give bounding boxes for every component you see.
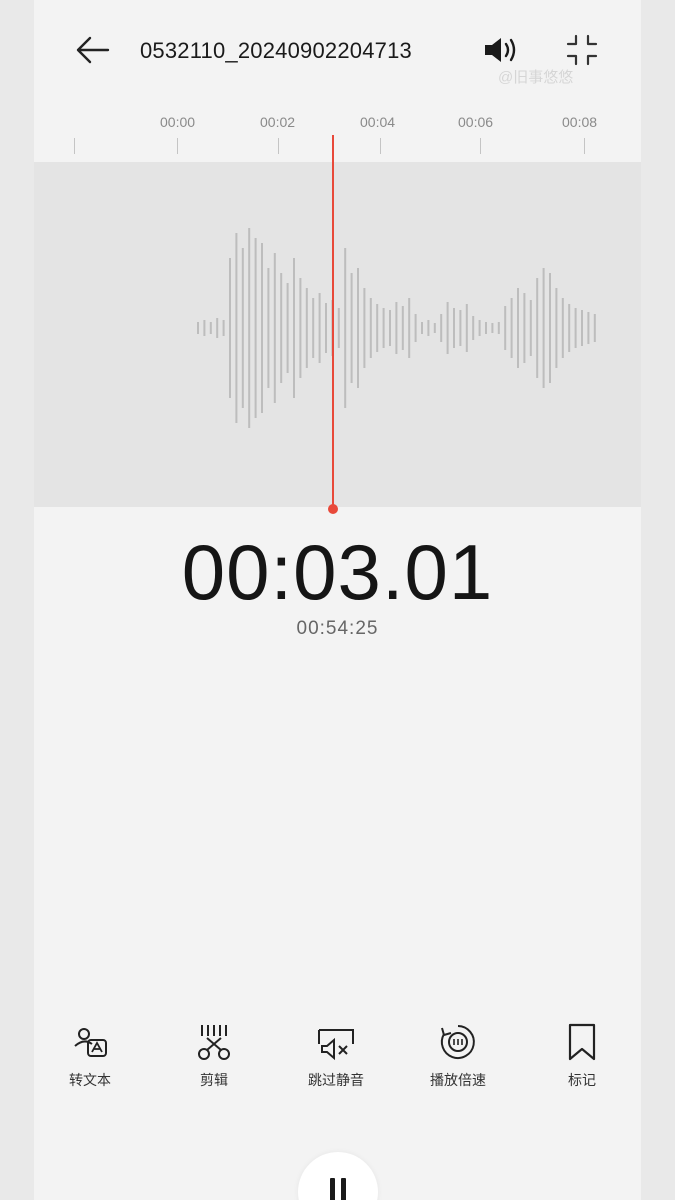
waveform-area[interactable] bbox=[34, 162, 641, 507]
watermark-text: @旧事悠悠 bbox=[498, 69, 574, 86]
ruler-tick bbox=[584, 138, 585, 154]
current-time: 00:03.01 bbox=[181, 528, 494, 616]
back-button[interactable] bbox=[72, 32, 112, 72]
recorder-playback-screen: 0532110_20240902204713 @旧事悠悠 00:00 00:02… bbox=[0, 0, 675, 1200]
ruler-label: 00:08 bbox=[562, 114, 598, 130]
collapse-icon bbox=[566, 34, 598, 71]
speed-icon bbox=[438, 1022, 478, 1062]
ruler-tick bbox=[380, 138, 381, 154]
time-ruler: 00:00 00:02 00:04 00:06 00:08 bbox=[34, 100, 641, 160]
transcribe-button[interactable]: 转文本 bbox=[40, 1022, 140, 1090]
right-letterbox bbox=[641, 0, 675, 1200]
ruler-tick bbox=[480, 138, 481, 154]
speaker-icon bbox=[482, 35, 522, 70]
skip-silence-icon bbox=[316, 1022, 356, 1062]
scissors-icon bbox=[194, 1022, 234, 1062]
ruler-tick bbox=[74, 138, 75, 154]
ruler-label: 00:06 bbox=[458, 114, 494, 130]
bookmark-label: 标记 bbox=[568, 1072, 596, 1088]
top-bar: 0532110_20240902204713 @旧事悠悠 bbox=[34, 0, 641, 100]
playback-speed-label: 播放倍速 bbox=[430, 1072, 486, 1088]
playhead-line[interactable] bbox=[332, 135, 334, 510]
ruler-label: 00:04 bbox=[360, 114, 396, 130]
total-duration: 00:54:25 bbox=[296, 618, 379, 639]
playback-speed-button[interactable]: 播放倍速 bbox=[408, 1022, 508, 1090]
arrow-left-icon bbox=[74, 35, 110, 70]
file-name-title: 0532110_20240902204713 bbox=[140, 38, 412, 63]
playhead-handle[interactable] bbox=[328, 504, 338, 514]
ruler-label: 00:02 bbox=[260, 114, 296, 130]
skip-silence-button[interactable]: 跳过静音 bbox=[286, 1022, 386, 1090]
edit-button[interactable]: 剪辑 bbox=[164, 1022, 264, 1090]
app-container: 0532110_20240902204713 @旧事悠悠 00:00 00:02… bbox=[34, 0, 641, 1200]
bottom-toolbar: 转文本 剪辑 跳过静音 播放倍速 标记 bbox=[34, 1022, 641, 1102]
edit-label: 剪辑 bbox=[200, 1072, 228, 1088]
bookmark-button[interactable]: 标记 bbox=[532, 1022, 632, 1090]
bookmark-icon bbox=[562, 1022, 602, 1062]
transcribe-label: 转文本 bbox=[69, 1072, 111, 1088]
ruler-tick bbox=[177, 138, 178, 154]
left-letterbox bbox=[0, 0, 34, 1200]
ruler-label: 00:00 bbox=[160, 114, 196, 130]
pause-button[interactable] bbox=[298, 1152, 378, 1200]
skip-silence-label: 跳过静音 bbox=[308, 1072, 364, 1088]
transcribe-icon bbox=[70, 1022, 110, 1062]
ruler-tick bbox=[278, 138, 279, 154]
waveform bbox=[197, 228, 596, 428]
pause-icon bbox=[330, 1178, 346, 1200]
